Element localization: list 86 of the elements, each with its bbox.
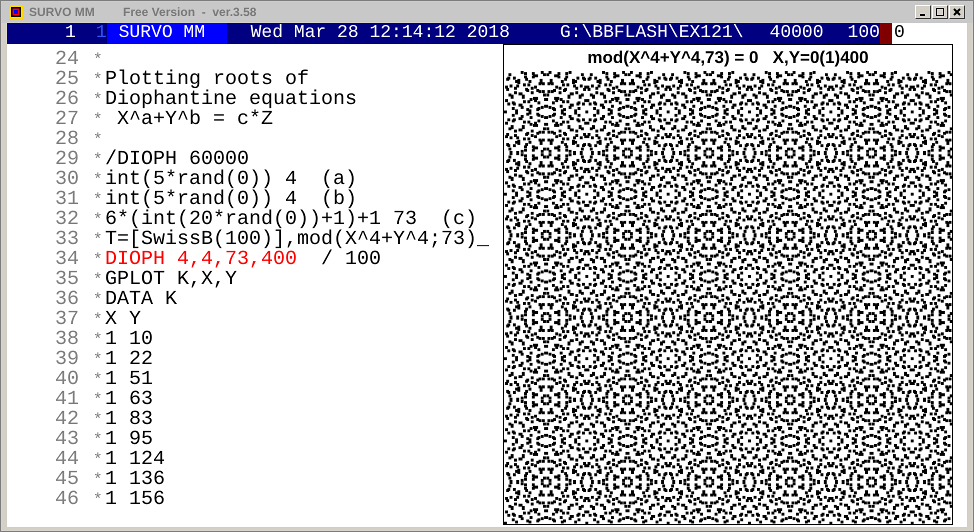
line-number: 33 [54,230,79,250]
space-label: 40000 [770,23,824,44]
line-marker: * [93,50,104,70]
line-marker: * [93,210,104,230]
line-text: Diophantine equations [105,90,358,110]
line-number: 38 [54,330,79,350]
line-text: X Y [105,310,142,330]
line-number: 26 [54,90,79,110]
line-text: int(5*rand(0)) 4 (a) [105,170,358,190]
line-marker: * [93,290,104,310]
line-number: 29 [54,150,79,170]
line-marker: * [93,150,104,170]
line-number: 44 [54,450,79,470]
line-text: Plotting roots of [105,70,310,90]
line-marker: * [93,490,104,510]
line-text: DIOPH 4,4,73,400 [105,250,298,270]
line-marker: * [93,190,104,210]
app-icon [9,5,23,19]
width-label: 100 [848,23,880,44]
plot-title: mod(X^4+Y^4,73) = 0 X,Y=0(1)400 [586,47,870,69]
window-title: SURVO MM [29,4,96,21]
line-marker: * [93,270,104,290]
line-marker: * [93,170,104,190]
column-indicator: 1 [96,23,107,44]
line-text: 1 95 [105,430,154,450]
line-marker: * [93,390,104,410]
line-number: 43 [54,430,79,450]
indicator-label: 0 [892,23,967,44]
status-marker [880,23,892,44]
line-number: 41 [54,390,79,410]
line-indicator: 1 [65,23,76,44]
line-number: 32 [54,210,79,230]
line-number: 36 [54,290,79,310]
line-text: / 100 [321,250,382,270]
line-marker: * [93,110,104,130]
line-text: X^a+Y^b = c*Z [117,110,274,130]
line-text: 1 63 [105,390,154,410]
line-marker: * [93,130,104,150]
line-text: GPLOT K,X,Y [105,270,238,290]
line-number: 45 [54,470,79,490]
date-time: Wed Mar 28 12:14:12 2018 [250,23,510,44]
line-marker: * [93,250,104,270]
line-marker: * [93,370,104,390]
line-number: 27 [54,110,79,130]
line-text: /DIOPH 60000 [105,150,250,170]
line-text: T=[SwissB(100)],mod(X^4+Y^4;73)_ [105,230,490,250]
line-number: 46 [54,490,79,510]
line-text: 1 83 [105,410,154,430]
line-text: 1 136 [105,470,166,490]
line-text: DATA K [105,290,178,310]
line-number: 34 [54,250,79,270]
close-icon [953,8,961,16]
line-number: 30 [54,170,79,190]
line-marker: * [93,330,104,350]
line-number: 42 [54,410,79,430]
line-marker: * [93,430,104,450]
line-marker: * [93,310,104,330]
close-button[interactable] [949,5,965,19]
line-number: 24 [54,50,79,70]
line-marker: * [93,450,104,470]
line-marker: * [93,230,104,250]
line-text: 1 51 [105,370,154,390]
line-text: int(5*rand(0)) 4 (b) [105,190,358,210]
line-text: 1 124 [105,450,166,470]
maximize-icon [936,8,944,16]
line-text: 1 10 [105,330,154,350]
line-text: 1 22 [105,350,154,370]
line-number: 40 [54,370,79,390]
line-marker: * [93,70,104,90]
system-label: SURVO MM [106,23,227,44]
line-number: 28 [54,130,79,150]
line-number: 31 [54,190,79,210]
line-text: 1 156 [105,490,166,510]
line-marker: * [93,470,104,490]
minimize-button[interactable] [915,5,931,19]
line-marker: * [93,90,104,110]
line-text: 6*(int(20*rand(0))+1)+1 73 (c) [105,210,478,230]
line-marker: * [93,350,104,370]
line-number: 35 [54,270,79,290]
path-label: G:\BBFLASH\EX121\ [560,23,744,44]
line-number: 25 [54,70,79,90]
line-marker: * [93,410,104,430]
line-number: 37 [54,310,79,330]
maximize-button[interactable] [932,5,948,19]
version-label: Free Version - ver.3.58 [123,4,256,21]
line-number: 39 [54,350,79,370]
